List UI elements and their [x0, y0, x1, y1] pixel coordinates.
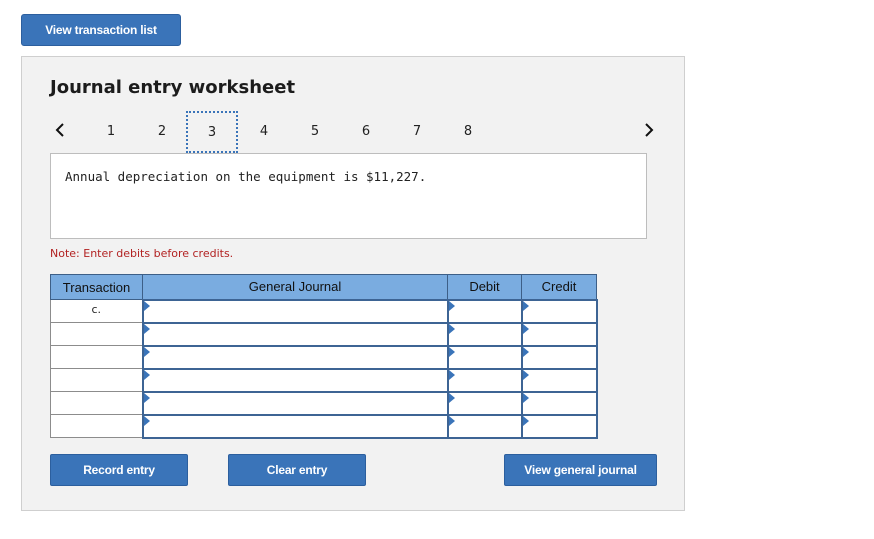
page-4[interactable]: 4: [239, 113, 289, 149]
table-row: [50, 413, 598, 439]
input-marker-icon: [448, 415, 455, 426]
debit-input[interactable]: [446, 321, 523, 347]
table-row: c.: [50, 298, 598, 324]
debit-input[interactable]: [446, 390, 523, 416]
page-2[interactable]: 2: [137, 113, 187, 149]
debit-input[interactable]: [446, 367, 523, 393]
transaction-description: Annual depreciation on the equipment is …: [65, 169, 427, 184]
header-transaction: Transaction: [50, 274, 143, 300]
dropdown-marker-icon: [143, 323, 150, 334]
dropdown-marker-icon: [143, 369, 150, 380]
header-credit: Credit: [521, 274, 597, 300]
transaction-description-box: Annual depreciation on the equipment is …: [50, 153, 647, 239]
page-navigator: 1 2 3 4 5 6 7 8: [22, 111, 686, 153]
dropdown-marker-icon: [143, 300, 150, 311]
view-general-journal-button[interactable]: View general journal: [504, 454, 657, 486]
credit-input[interactable]: [520, 367, 598, 393]
account-input[interactable]: [141, 298, 449, 324]
input-marker-icon: [448, 346, 455, 357]
table-row: [50, 367, 598, 393]
credit-input[interactable]: [520, 321, 598, 347]
entry-note: Note: Enter debits before credits.: [50, 247, 234, 260]
input-marker-icon: [448, 392, 455, 403]
account-input[interactable]: [141, 344, 449, 370]
chevron-right-icon[interactable]: [639, 117, 659, 143]
transaction-cell: [50, 322, 143, 346]
input-marker-icon: [448, 323, 455, 334]
account-input[interactable]: [141, 321, 449, 347]
page-8[interactable]: 8: [443, 113, 493, 149]
header-general-journal: General Journal: [142, 274, 448, 300]
account-input[interactable]: [141, 390, 449, 416]
page-1[interactable]: 1: [86, 113, 136, 149]
credit-input[interactable]: [520, 298, 598, 324]
transaction-cell: [50, 391, 143, 415]
transaction-cell: c.: [50, 299, 143, 323]
account-input[interactable]: [141, 367, 449, 393]
view-transaction-list-button[interactable]: View transaction list: [21, 14, 181, 46]
input-marker-icon: [522, 323, 529, 334]
header-debit: Debit: [447, 274, 522, 300]
credit-input[interactable]: [520, 344, 598, 370]
table-row: [50, 321, 598, 347]
account-input[interactable]: [141, 413, 449, 439]
table-row: [50, 390, 598, 416]
debit-input[interactable]: [446, 344, 523, 370]
debit-input[interactable]: [446, 298, 523, 324]
table-row: [50, 344, 598, 370]
dropdown-marker-icon: [143, 392, 150, 403]
page-5[interactable]: 5: [290, 113, 340, 149]
dropdown-marker-icon: [143, 415, 150, 426]
journal-worksheet-panel: Journal entry worksheet 1 2 3 4 5 6 7 8 …: [21, 56, 685, 511]
input-marker-icon: [522, 392, 529, 403]
input-marker-icon: [522, 369, 529, 380]
page-6[interactable]: 6: [341, 113, 391, 149]
transaction-cell: [50, 414, 143, 438]
clear-entry-button[interactable]: Clear entry: [228, 454, 366, 486]
worksheet-title: Journal entry worksheet: [50, 77, 296, 98]
credit-input[interactable]: [520, 390, 598, 416]
input-marker-icon: [522, 346, 529, 357]
input-marker-icon: [522, 300, 529, 311]
transaction-cell: [50, 345, 143, 369]
input-marker-icon: [448, 369, 455, 380]
chevron-left-icon[interactable]: [50, 117, 70, 143]
input-marker-icon: [448, 300, 455, 311]
record-entry-button[interactable]: Record entry: [50, 454, 188, 486]
page-3[interactable]: 3: [186, 111, 238, 153]
debit-input[interactable]: [446, 413, 523, 439]
page-7[interactable]: 7: [392, 113, 442, 149]
journal-entry-table: Transaction General Journal Debit Credit…: [50, 274, 598, 439]
credit-input[interactable]: [520, 413, 598, 439]
input-marker-icon: [522, 415, 529, 426]
dropdown-marker-icon: [143, 346, 150, 357]
transaction-cell: [50, 368, 143, 392]
